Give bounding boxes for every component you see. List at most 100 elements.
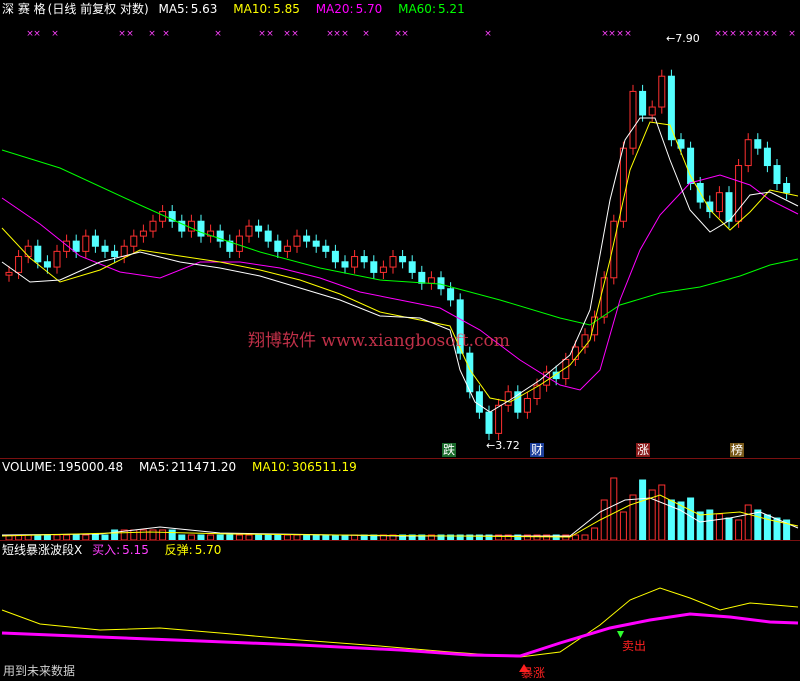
- candle-body: [754, 139, 762, 149]
- volume-bar: [715, 513, 723, 541]
- indicator-header: 短线暴涨波段X 买入: 5.15 反弹: 5.70: [2, 542, 233, 558]
- candle-body: [293, 235, 301, 247]
- volume-ma5-value: 211471.20: [171, 460, 237, 474]
- candle-body: [504, 391, 512, 406]
- ma10-label: MA10:: [233, 2, 272, 16]
- volume-bar: [687, 497, 695, 541]
- candle-body: [485, 411, 493, 434]
- candle-body: [639, 90, 647, 116]
- event-tag-label: 榜: [731, 442, 743, 457]
- candle-body: [130, 235, 138, 247]
- watermark-text: 翔博软件 www.xiangbosoft.com: [248, 331, 510, 351]
- candle-body: [523, 398, 531, 413]
- candle-body: [111, 250, 119, 258]
- volume-bar: [111, 529, 119, 541]
- candle-body: [331, 250, 339, 263]
- chart-canvas[interactable]: × × × × × × × × × × × × × × × × × × × × × × × × × × × × × × × ×←7.90←3.…: [0, 0, 800, 681]
- low-price-label: ←3.72: [486, 439, 520, 452]
- candle-body: [197, 220, 205, 237]
- event-tag-label: 跌: [443, 442, 455, 457]
- candle-body: [648, 106, 656, 116]
- chart-stage[interactable]: × × × × × × × × × × × × × × × × × × × × × × × × × × × × × × × × ←7.90 ←3.…: [0, 0, 800, 681]
- ma5-label: MA5:: [158, 2, 189, 16]
- candle-body: [360, 256, 368, 263]
- sell-signal-label: 卖出: [622, 639, 646, 653]
- candle-body: [610, 220, 618, 279]
- candle-body: [773, 165, 781, 184]
- candle-body: [725, 192, 733, 222]
- volume-bar: [139, 529, 147, 541]
- candle-body: [264, 230, 272, 242]
- candle-body: [341, 261, 349, 268]
- candle-body: [399, 256, 407, 263]
- volume-bar: [600, 499, 608, 541]
- top-marker-icon: ×: [770, 29, 778, 39]
- sell-arrow-icon: [617, 631, 624, 638]
- volume-bar: [159, 529, 167, 541]
- high-price-label: ←7.90: [666, 32, 700, 45]
- candle-body: [5, 271, 13, 276]
- volume-bar: [610, 477, 618, 541]
- candle-body: [744, 139, 752, 167]
- volume-bar: [658, 484, 666, 541]
- candle-body: [235, 235, 243, 252]
- indicator-title: 短线暴涨波段X: [2, 543, 83, 557]
- top-marker-icon: ×: [788, 29, 796, 39]
- candle-body: [418, 271, 426, 284]
- candle-body: [149, 220, 157, 232]
- ma20-line: [1, 174, 799, 391]
- volume-bar: [696, 511, 704, 541]
- volume-title: VOLUME:: [2, 460, 57, 474]
- event-tag-label: 财: [531, 443, 543, 457]
- buy-value: 5.15: [122, 543, 149, 557]
- buy-line: [1, 612, 799, 658]
- buy-label: 买入:: [92, 543, 121, 557]
- candle-body: [63, 240, 71, 252]
- volume-ma5-label: MA5:: [139, 460, 170, 474]
- ma20-label: MA20:: [315, 2, 354, 16]
- volume-value: 195000.48: [58, 460, 124, 474]
- top-marker-icon: ×: [333, 29, 341, 39]
- top-marker-icon: ×: [721, 29, 729, 39]
- candle-body: [283, 245, 291, 252]
- rebound-label: 反弹:: [164, 543, 193, 557]
- candle-body: [437, 277, 445, 290]
- event-tag-label: 涨: [637, 442, 649, 457]
- rebound-value: 5.70: [194, 543, 222, 557]
- candle-body: [389, 256, 397, 268]
- top-marker-icon: ×: [738, 29, 746, 39]
- volume-bar: [130, 529, 138, 541]
- candle-body: [82, 235, 90, 252]
- candle-body: [783, 182, 791, 194]
- candle-body: [687, 147, 695, 184]
- candle-body: [475, 391, 483, 413]
- candle-body: [15, 256, 23, 273]
- period-label: (日线 前复权 对数): [47, 2, 149, 16]
- candle-body: [715, 192, 723, 213]
- candle-body: [379, 266, 387, 273]
- candle-body: [255, 225, 263, 232]
- footer-note: 用到未来数据: [3, 664, 76, 678]
- rebound-line: [1, 587, 799, 658]
- candle-body: [245, 225, 253, 237]
- top-marker-icon: ×: [258, 29, 266, 39]
- ma60-line: [1, 149, 799, 326]
- volume-bar: [168, 529, 176, 541]
- candle-body: [447, 288, 455, 301]
- top-marker-icon: ×: [624, 29, 632, 39]
- candle-body: [72, 240, 80, 252]
- top-marker-icon: ×: [754, 29, 762, 39]
- stock-name: 深 赛 格: [2, 2, 46, 16]
- candle-body: [91, 235, 99, 247]
- top-marker-icon: ×: [162, 29, 170, 39]
- candle-body: [43, 261, 51, 268]
- volume-bar: [754, 509, 762, 541]
- volume-bar: [744, 504, 752, 541]
- top-marker-icon: ×: [401, 29, 409, 39]
- ma10-value: 5.85: [273, 2, 300, 16]
- ma5-value: 5.63: [190, 2, 218, 16]
- candle-body: [408, 261, 416, 273]
- top-marker-icon: ×: [616, 29, 624, 39]
- candle-body: [303, 235, 311, 242]
- candle-body: [735, 165, 743, 222]
